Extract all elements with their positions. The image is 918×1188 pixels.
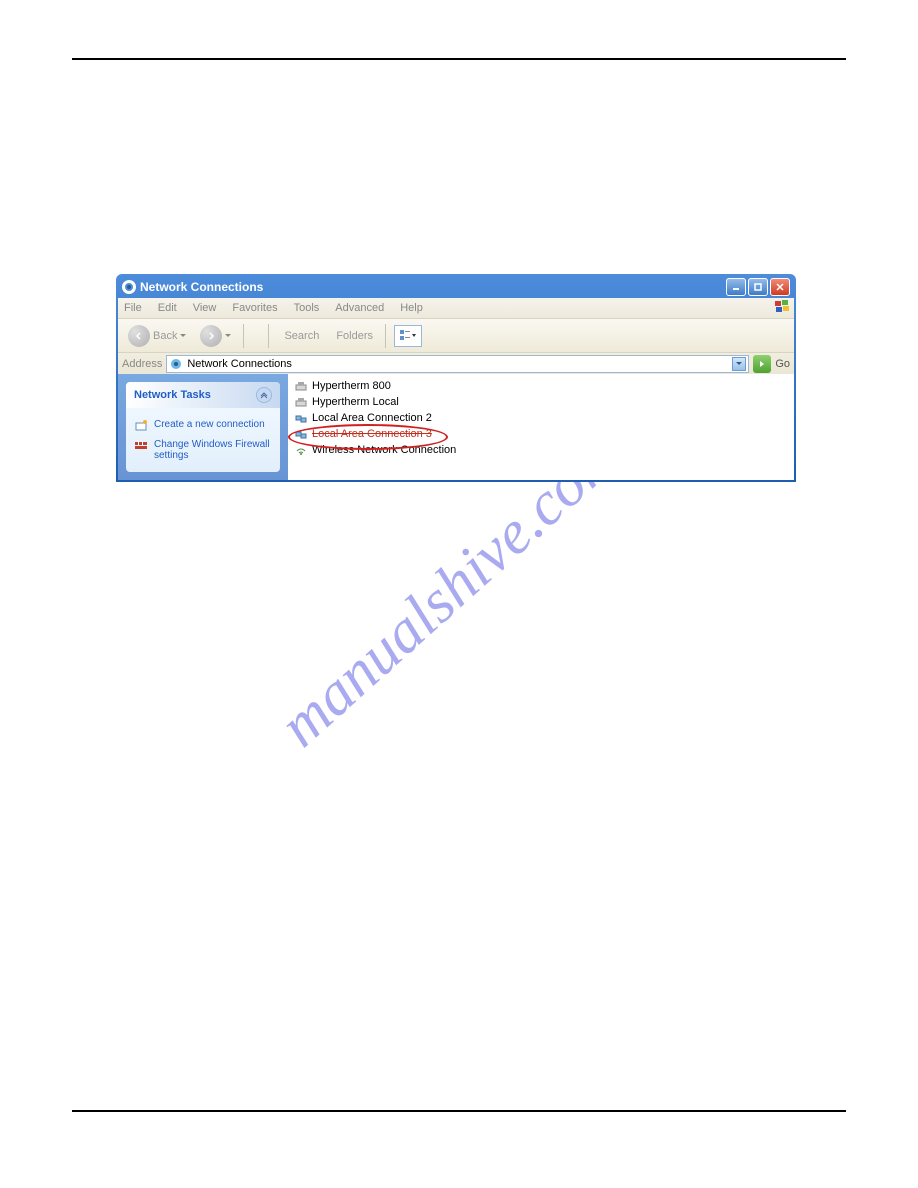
connection-label: Local Area Connection 3	[312, 428, 432, 440]
back-label: Back	[153, 330, 177, 342]
maximize-button[interactable]	[748, 278, 768, 296]
panel-header[interactable]: Network Tasks	[126, 382, 280, 408]
forward-arrow-icon	[200, 325, 222, 347]
dialup-icon	[294, 395, 308, 409]
connection-item[interactable]: Local Area Connection 3	[292, 426, 790, 442]
address-label: Address	[122, 358, 162, 370]
menu-favorites[interactable]: Favorites	[232, 302, 277, 314]
menubar: File Edit View Favorites Tools Advanced …	[118, 298, 794, 318]
connection-item-wireless[interactable]: Wireless Network Connection	[292, 442, 790, 458]
window-body: Network Tasks Create a new connection	[118, 374, 794, 480]
minimize-button[interactable]	[726, 278, 746, 296]
dropdown-arrow-icon	[225, 333, 231, 339]
menu-file[interactable]: File	[124, 302, 142, 314]
views-button[interactable]	[394, 325, 422, 347]
back-button[interactable]: Back	[124, 323, 190, 349]
dropdown-arrow-icon	[180, 333, 186, 339]
toolbar: Back Search Fo	[118, 318, 794, 352]
window-titlebar[interactable]: Network Connections	[118, 276, 794, 298]
task-link-label: Change Windows Firewall settings	[154, 439, 272, 461]
menu-help[interactable]: Help	[400, 302, 423, 314]
toolbar-separator	[243, 324, 244, 348]
panel-body: Create a new connection Change Windows F…	[126, 408, 280, 472]
page-top-rule	[72, 58, 846, 60]
sidebar: Network Tasks Create a new connection	[118, 374, 288, 480]
connection-item[interactable]: Hypertherm Local	[292, 394, 790, 410]
folders-button[interactable]: Folders	[329, 328, 377, 344]
views-icon	[399, 329, 417, 343]
window-title: Network Connections	[140, 280, 726, 294]
go-button[interactable]	[753, 355, 771, 373]
window-controls	[726, 278, 790, 296]
page-bottom-rule	[72, 1110, 846, 1112]
toolbar-separator	[385, 324, 386, 348]
task-link-create-connection[interactable]: Create a new connection	[134, 416, 272, 436]
network-connections-icon	[169, 357, 183, 371]
network-connections-window: Network Connections File Edit View Favor…	[116, 274, 796, 482]
connection-item[interactable]: Local Area Connection 2	[292, 410, 790, 426]
wireless-icon	[294, 443, 308, 457]
search-button[interactable]: Search	[277, 328, 323, 344]
task-link-label: Create a new connection	[154, 419, 265, 430]
go-label: Go	[775, 358, 790, 370]
address-field[interactable]: Network Connections	[166, 355, 749, 373]
menu-view[interactable]: View	[193, 302, 217, 314]
dialup-icon	[294, 379, 308, 393]
address-dropdown-icon[interactable]	[732, 357, 746, 371]
address-value: Network Connections	[187, 358, 292, 370]
connections-list: Hypertherm 800 Hypertherm Local Local Ar…	[288, 374, 794, 480]
task-link-firewall[interactable]: Change Windows Firewall settings	[134, 436, 272, 464]
connection-item[interactable]: Hypertherm 800	[292, 378, 790, 394]
forward-button[interactable]	[196, 323, 235, 349]
addressbar: Address Network Connections Go	[118, 352, 794, 374]
connection-label: Hypertherm Local	[312, 396, 399, 408]
windows-flag-icon	[774, 299, 792, 315]
close-button[interactable]	[770, 278, 790, 296]
connection-label: Local Area Connection 2	[312, 412, 432, 424]
connection-label: Wireless Network Connection	[312, 444, 456, 456]
go-arrow-icon	[757, 359, 767, 369]
search-label: Search	[284, 330, 319, 342]
up-button[interactable]	[252, 334, 260, 338]
menu-tools[interactable]: Tools	[294, 302, 320, 314]
panel-title: Network Tasks	[134, 389, 211, 401]
firewall-icon	[134, 439, 148, 453]
folders-label: Folders	[336, 330, 373, 342]
back-arrow-icon	[128, 325, 150, 347]
lan-icon	[294, 427, 308, 441]
menu-advanced[interactable]: Advanced	[335, 302, 384, 314]
toolbar-separator	[268, 324, 269, 348]
network-tasks-panel: Network Tasks Create a new connection	[126, 382, 280, 472]
connection-label: Hypertherm 800	[312, 380, 391, 392]
lan-icon	[294, 411, 308, 425]
new-connection-icon	[134, 419, 148, 433]
collapse-icon[interactable]	[256, 387, 272, 403]
network-connections-icon	[122, 280, 136, 294]
menu-edit[interactable]: Edit	[158, 302, 177, 314]
